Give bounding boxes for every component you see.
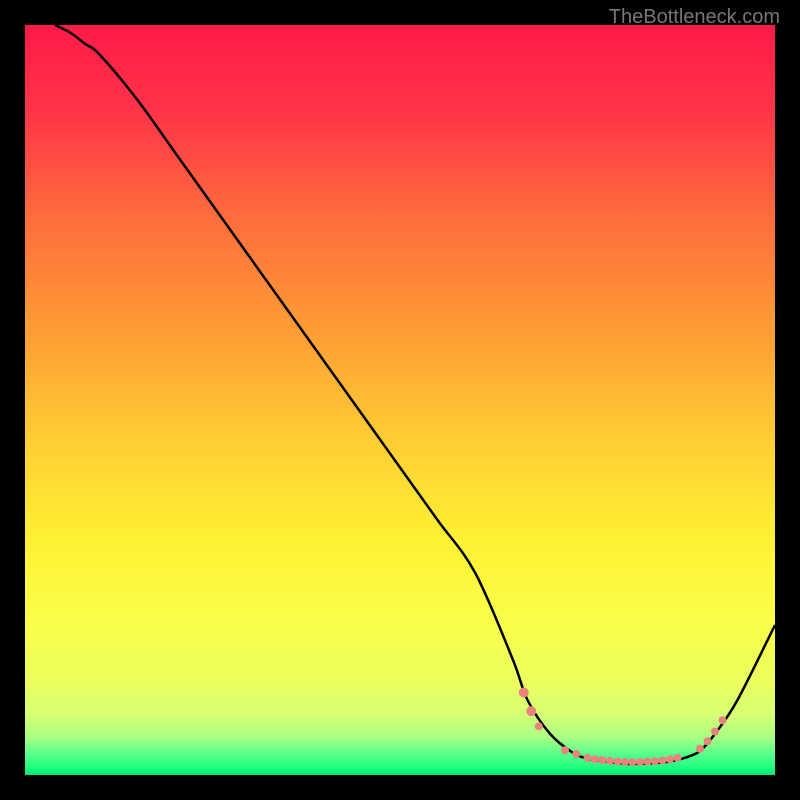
data-point-marker	[535, 722, 543, 730]
data-point-marker	[526, 706, 536, 716]
data-point-marker	[659, 756, 667, 764]
data-point-marker	[696, 745, 704, 753]
data-point-marker	[519, 688, 529, 698]
chart-container: TheBottleneck.com	[0, 0, 800, 800]
data-point-marker	[584, 754, 592, 762]
data-point-marker	[674, 754, 682, 762]
data-point-marker	[591, 755, 599, 763]
chart-svg	[25, 25, 775, 775]
data-point-marker	[621, 758, 629, 766]
data-point-marker	[651, 757, 659, 765]
data-point-marker	[561, 746, 569, 754]
data-point-marker	[711, 728, 719, 736]
data-point-marker	[629, 758, 637, 766]
data-point-marker	[666, 755, 674, 763]
data-point-marker	[704, 737, 712, 745]
data-point-marker	[599, 756, 607, 764]
data-point-marker	[614, 758, 622, 766]
gradient-background	[25, 25, 775, 775]
data-point-marker	[644, 758, 652, 766]
plot-area	[25, 25, 775, 775]
data-point-marker	[606, 757, 614, 765]
data-point-marker	[636, 758, 644, 766]
data-point-marker	[572, 750, 580, 758]
data-point-marker	[719, 716, 727, 724]
